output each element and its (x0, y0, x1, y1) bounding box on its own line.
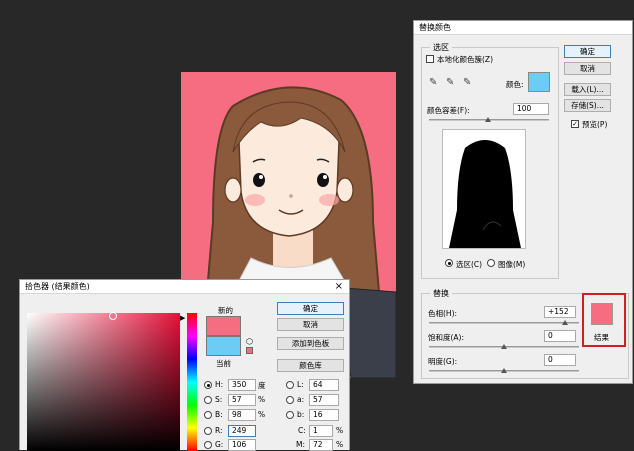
eyedropper-add-icon[interactable]: ✎ (446, 77, 454, 88)
selection-mode-radio[interactable] (445, 259, 453, 267)
hue-slider[interactable] (429, 322, 579, 324)
c-unit: % (336, 426, 344, 435)
b-label: B: (215, 410, 223, 419)
g-radio[interactable] (204, 441, 212, 449)
saturation-slider-thumb[interactable] (501, 344, 507, 349)
s-unit: % (258, 395, 266, 404)
l-label: L: (297, 380, 304, 389)
r-radio[interactable] (204, 427, 212, 435)
b-input[interactable]: 98 (228, 409, 256, 421)
image-mode-radio[interactable] (487, 259, 495, 267)
cube-icon[interactable]: ⬡ (246, 337, 253, 346)
replace-color-dialog: 替换颜色 选区 本地化颜色簇(Z) ✎ ✎ ✎ 颜色: 颜色容差(F): 100… (413, 20, 633, 384)
m-label: M: (296, 440, 305, 449)
m-input[interactable]: 72 (309, 439, 333, 451)
h-unit: 度 (258, 381, 266, 390)
replacement-group-title: 替换 (430, 288, 452, 299)
eyedropper-icon[interactable]: ✎ (429, 77, 437, 88)
h-label: H: (215, 380, 224, 389)
selection-mask-image (449, 140, 521, 248)
current-label: 当前 (216, 359, 231, 368)
new-color-swatch (206, 316, 241, 336)
hue-strip[interactable] (187, 313, 197, 451)
s-input[interactable]: 57 (228, 394, 256, 406)
a-label: a: (297, 395, 305, 404)
selection-color-swatch[interactable] (528, 72, 550, 92)
selection-group-title: 选区 (430, 42, 452, 53)
a-radio[interactable] (286, 396, 294, 404)
add-to-swatches-button[interactable]: 添加到色板 (277, 337, 344, 350)
b-radio[interactable] (204, 411, 212, 419)
save-button[interactable]: 存储(S)... (564, 99, 611, 112)
c-label: C: (298, 426, 306, 435)
g-label: G: (215, 440, 224, 449)
lightness-input[interactable]: 0 (544, 354, 576, 366)
selection-preview (442, 129, 526, 249)
c-input[interactable]: 1 (309, 425, 333, 437)
s-label: S: (215, 395, 223, 404)
lightness-slider-thumb[interactable] (501, 368, 507, 373)
saturation-label: 饱和度(A): (428, 333, 465, 342)
localized-clusters-label: 本地化颜色簇(Z) (437, 55, 493, 64)
result-color-swatch[interactable] (591, 303, 613, 325)
preview-label: 预览(P) (582, 120, 608, 129)
close-icon[interactable]: × (335, 280, 343, 294)
hue-slider-thumb[interactable] (562, 320, 568, 325)
g-input[interactable]: 106 (228, 439, 256, 451)
lightness-label: 明度(G): (428, 357, 458, 366)
lab-b-radio[interactable] (286, 411, 294, 419)
picker-cancel-button[interactable]: 取消 (277, 318, 344, 331)
lab-b-label: b: (297, 410, 305, 419)
current-color-swatch[interactable] (206, 336, 241, 356)
r-label: R: (215, 426, 223, 435)
preview-checkbox[interactable]: ✓ (571, 120, 579, 128)
color-field[interactable] (27, 313, 180, 451)
cancel-button[interactable]: 取消 (564, 62, 611, 75)
image-mode-label: 图像(M) (498, 260, 526, 269)
hue-input[interactable]: +152 (544, 306, 576, 318)
r-input[interactable]: 249 (228, 425, 256, 437)
l-input[interactable]: 64 (309, 379, 339, 391)
color-libraries-button[interactable]: 颜色库 (277, 359, 344, 372)
result-label: 结果 (594, 333, 609, 342)
load-button[interactable]: 载入(L)... (564, 83, 611, 96)
eyedropper-subtract-icon[interactable]: ✎ (463, 77, 471, 88)
new-label: 新的 (218, 306, 233, 315)
lab-b-input[interactable]: 16 (309, 409, 339, 421)
m-unit: % (336, 440, 344, 449)
fuzziness-label: 颜色容差(F): (427, 106, 470, 115)
web-safe-swatch[interactable] (246, 347, 253, 354)
hue-label: 色相(H): (428, 309, 458, 318)
dialog-title: 替换颜色 (414, 21, 632, 35)
fuzziness-slider-thumb[interactable] (485, 117, 491, 122)
fuzziness-input[interactable]: 100 (513, 103, 549, 115)
b-unit: % (258, 410, 266, 419)
color-field-marker[interactable] (109, 312, 117, 320)
color-picker-dialog: 拾色器 (结果颜色) × ▶ 新的 当前 ⬡ 确定 取消 添加到色板 颜色库 H… (19, 279, 350, 451)
ok-button[interactable]: 确定 (564, 45, 611, 58)
l-radio[interactable] (286, 381, 294, 389)
a-input[interactable]: 57 (309, 394, 339, 406)
h-radio[interactable] (204, 381, 212, 389)
localized-clusters-checkbox[interactable] (426, 55, 434, 63)
picker-ok-button[interactable]: 确定 (277, 302, 344, 315)
selection-mode-label: 选区(C) (456, 260, 483, 269)
s-radio[interactable] (204, 396, 212, 404)
h-input[interactable]: 350 (228, 379, 256, 391)
dialog-title: 拾色器 (结果颜色) (20, 280, 349, 294)
color-label: 颜色: (506, 80, 524, 89)
saturation-input[interactable]: 0 (544, 330, 576, 342)
hue-slider-arrow[interactable]: ▶ (180, 314, 185, 322)
